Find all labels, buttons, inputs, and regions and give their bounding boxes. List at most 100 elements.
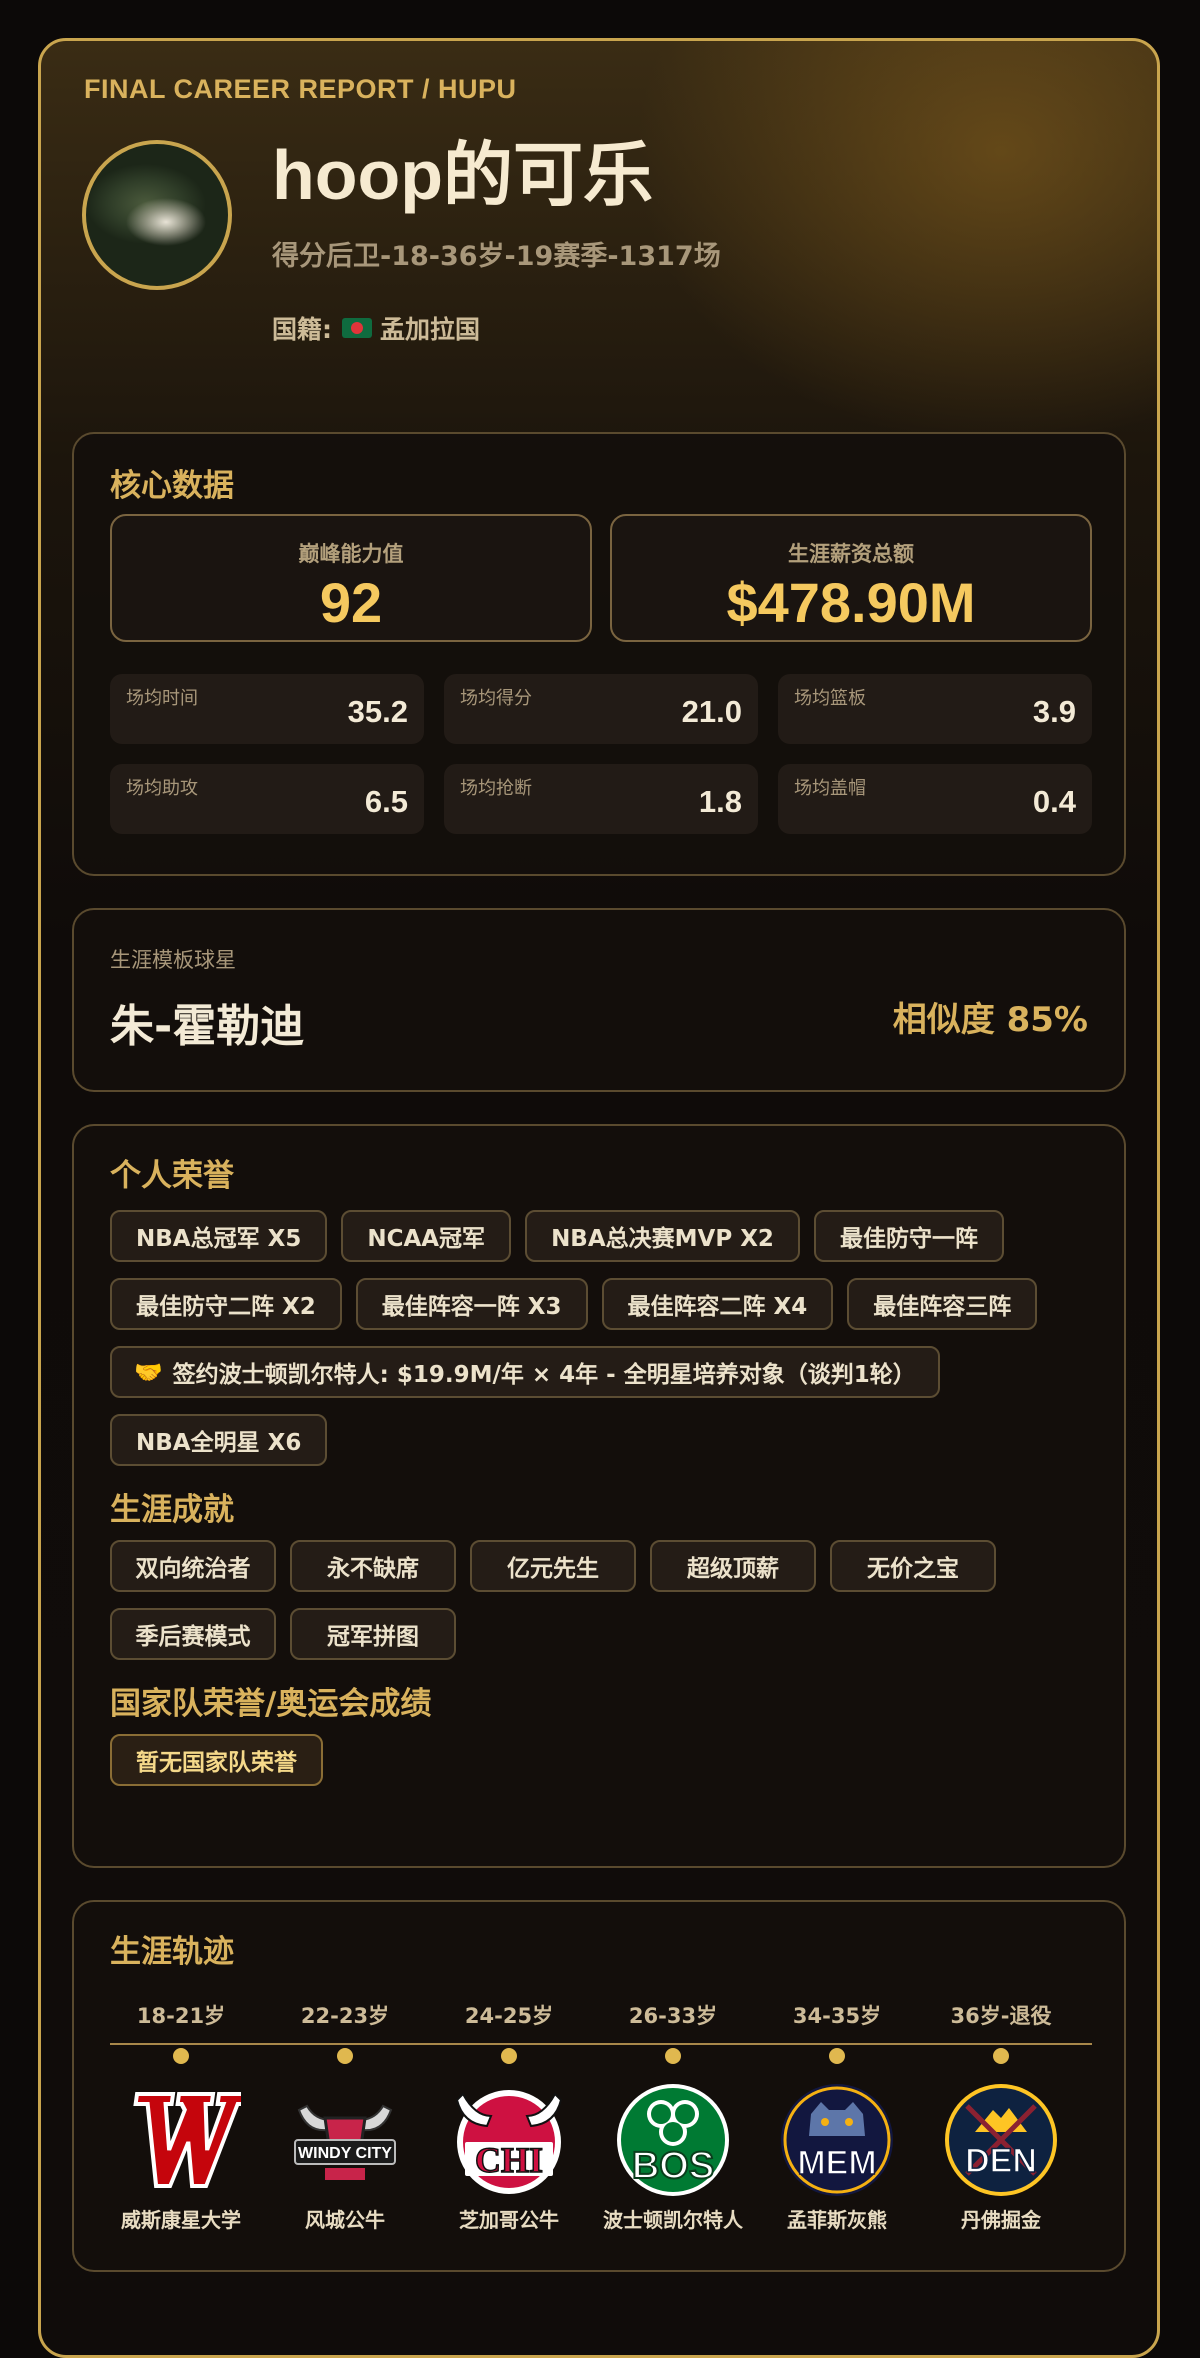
honors-row: NBA总冠军 X5 NCAA冠军 NBA总决赛MVP X2 最佳防守一阵 <box>110 1210 1004 1262</box>
achievement-chip: 永不缺席 <box>290 1540 456 1592</box>
logo-text: DEN <box>965 2142 1037 2180</box>
achievement-chip: 超级顶薪 <box>650 1540 816 1592</box>
stop-age: 22-23岁 <box>300 2004 390 2028</box>
career-timeline-card: 生涯轨迹 18-21岁 威斯康星大学 22-23岁 WINDY CITY 风城公… <box>72 1900 1126 2272</box>
honor-chip: 最佳阵容二阵 X4 <box>601 1278 834 1330</box>
stat-blocks: 场均盖帽 0.4 <box>778 764 1092 834</box>
honor-chip: NBA总冠军 X5 <box>110 1210 328 1262</box>
logo-text: CHI <box>475 2140 543 2180</box>
timeline-dot <box>829 2048 845 2064</box>
peak-rating-value: 92 <box>319 571 383 634</box>
contract-text: 签约波士顿凯尔特人: $19.9M/年 × 4年 - 全明星培养对象（谈判1轮） <box>172 1362 916 1388</box>
timeline-dot <box>665 2048 681 2064</box>
stat-label: 场均得分 <box>460 688 532 709</box>
honors-row: 最佳防守二阵 X2 最佳阵容一阵 X3 最佳阵容二阵 X4 最佳阵容三阵 <box>110 1278 1038 1330</box>
career-salary-value: $478.90M <box>726 571 976 634</box>
logo-text: MEM <box>797 2144 876 2182</box>
logo-text: BOS <box>632 2145 714 2187</box>
chicago-bulls-logo: CHI <box>455 2090 563 2194</box>
player-name: hoop的可乐 <box>272 136 654 214</box>
nationality-value: 孟加拉国 <box>380 315 481 344</box>
stat-label: 场均助攻 <box>126 778 198 799</box>
honor-chip: 最佳防守二阵 X2 <box>110 1278 342 1330</box>
player-subtitle: 得分后卫-18-36岁-19赛季-1317场 <box>272 241 721 272</box>
honor-chip: 最佳阵容一阵 X3 <box>355 1278 588 1330</box>
achievement-chip: 无价之宝 <box>830 1540 996 1592</box>
achievements-row: 季后赛模式 冠军拼图 <box>110 1608 456 1660</box>
stat-value: 0.4 <box>1032 784 1076 819</box>
contract-chip: 🤝 签约波士顿凯尔特人: $19.9M/年 × 4年 - 全明星培养对象（谈判1… <box>110 1346 940 1398</box>
career-salary-box: 生涯薪资总额 $478.90M <box>610 514 1092 642</box>
stat-value: 1.8 <box>698 784 742 819</box>
stat-assists: 场均助攻 6.5 <box>110 764 424 834</box>
logo-text: WINDY CITY <box>298 2145 392 2162</box>
template-player-name: 朱-霍勒迪 <box>110 1001 305 1052</box>
stat-minutes: 场均时间 35.2 <box>110 674 424 744</box>
core-data-card: 核心数据 巅峰能力值 92 生涯薪资总额 $478.90M 场均时间 35.2 … <box>72 432 1126 876</box>
avatar[interactable] <box>82 140 232 290</box>
timeline-dot <box>173 2048 189 2064</box>
stat-value: 35.2 <box>347 694 408 729</box>
stop-age: 24-25岁 <box>464 2004 554 2028</box>
national-honor-chip: 暂无国家队荣誉 <box>110 1734 323 1786</box>
timeline-dot <box>501 2048 517 2064</box>
stop-team-name: 波士顿凯尔特人 <box>603 2208 743 2232</box>
stat-label: 场均抢断 <box>460 778 532 799</box>
stop-team-name: 丹佛掘金 <box>961 2208 1041 2232</box>
honor-chip: 最佳阵容三阵 <box>847 1278 1038 1330</box>
stop-age: 36岁-退役 <box>950 2004 1052 2028</box>
stat-steals: 场均抢断 1.8 <box>444 764 758 834</box>
denver-nuggets-logo: DEN <box>945 2084 1057 2196</box>
achievement-chip: 冠军拼图 <box>290 1608 456 1660</box>
stop-age: 34-35岁 <box>792 2004 882 2028</box>
personal-honors-title: 个人荣誉 <box>110 1158 234 1194</box>
stat-value: 3.9 <box>1032 694 1076 729</box>
achievement-chip: 双向统治者 <box>110 1540 276 1592</box>
peak-rating-label: 巅峰能力值 <box>298 542 404 566</box>
achievement-chip: 亿元先生 <box>470 1540 636 1592</box>
honor-chip: NCAA冠军 <box>341 1210 512 1262</box>
timeline-dot <box>993 2048 1009 2064</box>
achievement-chip: 季后赛模式 <box>110 1608 276 1660</box>
timeline-dot <box>337 2048 353 2064</box>
timeline-line <box>110 2043 1092 2045</box>
career-timeline-title: 生涯轨迹 <box>110 1934 234 1970</box>
similarity-score: 相似度 85% <box>892 1000 1088 1040</box>
national-team-title: 国家队荣誉/奥运会成绩 <box>110 1686 432 1722</box>
stat-label: 场均盖帽 <box>794 778 866 799</box>
wisconsin-w-logo <box>133 2092 241 2188</box>
nationality-label: 国籍: <box>272 315 332 344</box>
report-brand: FINAL CAREER REPORT / HUPU <box>84 74 517 104</box>
bangladesh-flag-icon <box>342 318 372 338</box>
stat-label: 场均时间 <box>126 688 198 709</box>
stop-team-name: 芝加哥公牛 <box>459 2208 559 2232</box>
stop-team-name: 风城公牛 <box>305 2208 385 2232</box>
stop-team-name: 孟菲斯灰熊 <box>787 2208 887 2232</box>
core-data-title: 核心数据 <box>110 468 234 504</box>
windy-city-bulls-logo: WINDY CITY <box>294 2104 396 2180</box>
nationality-row: 国籍: 孟加拉国 <box>272 310 480 346</box>
stop-age: 26-33岁 <box>628 2004 718 2028</box>
handshake-icon: 🤝 <box>134 1359 163 1386</box>
honors-row: NBA全明星 X6 <box>110 1414 328 1466</box>
template-player-label: 生涯模板球星 <box>110 948 236 972</box>
peak-rating-box: 巅峰能力值 92 <box>110 514 592 642</box>
honor-chip: NBA总决赛MVP X2 <box>525 1210 800 1262</box>
template-player-card: 生涯模板球星 朱-霍勒迪 相似度 85% <box>72 908 1126 1092</box>
stop-age: 18-21岁 <box>136 2004 226 2028</box>
stat-value: 6.5 <box>364 784 408 819</box>
memphis-grizzlies-logo: MEM <box>781 2084 893 2196</box>
stat-label: 场均篮板 <box>794 688 866 709</box>
career-salary-label: 生涯薪资总额 <box>788 542 914 566</box>
honor-chip: NBA全明星 X6 <box>110 1414 328 1466</box>
boston-celtics-logo: BOS <box>617 2084 729 2196</box>
honors-card: 个人荣誉 NBA总冠军 X5 NCAA冠军 NBA总决赛MVP X2 最佳防守一… <box>72 1124 1126 1868</box>
stat-points: 场均得分 21.0 <box>444 674 758 744</box>
honor-chip: 最佳防守一阵 <box>813 1210 1004 1262</box>
stop-team-name: 威斯康星大学 <box>121 2208 241 2232</box>
achievements-row: 双向统治者 永不缺席 亿元先生 超级顶薪 无价之宝 <box>110 1540 996 1592</box>
stat-rebounds: 场均篮板 3.9 <box>778 674 1092 744</box>
stat-value: 21.0 <box>681 694 742 729</box>
career-achievements-title: 生涯成就 <box>110 1492 234 1528</box>
contract-row: 🤝 签约波士顿凯尔特人: $19.9M/年 × 4年 - 全明星培养对象（谈判1… <box>110 1346 940 1398</box>
